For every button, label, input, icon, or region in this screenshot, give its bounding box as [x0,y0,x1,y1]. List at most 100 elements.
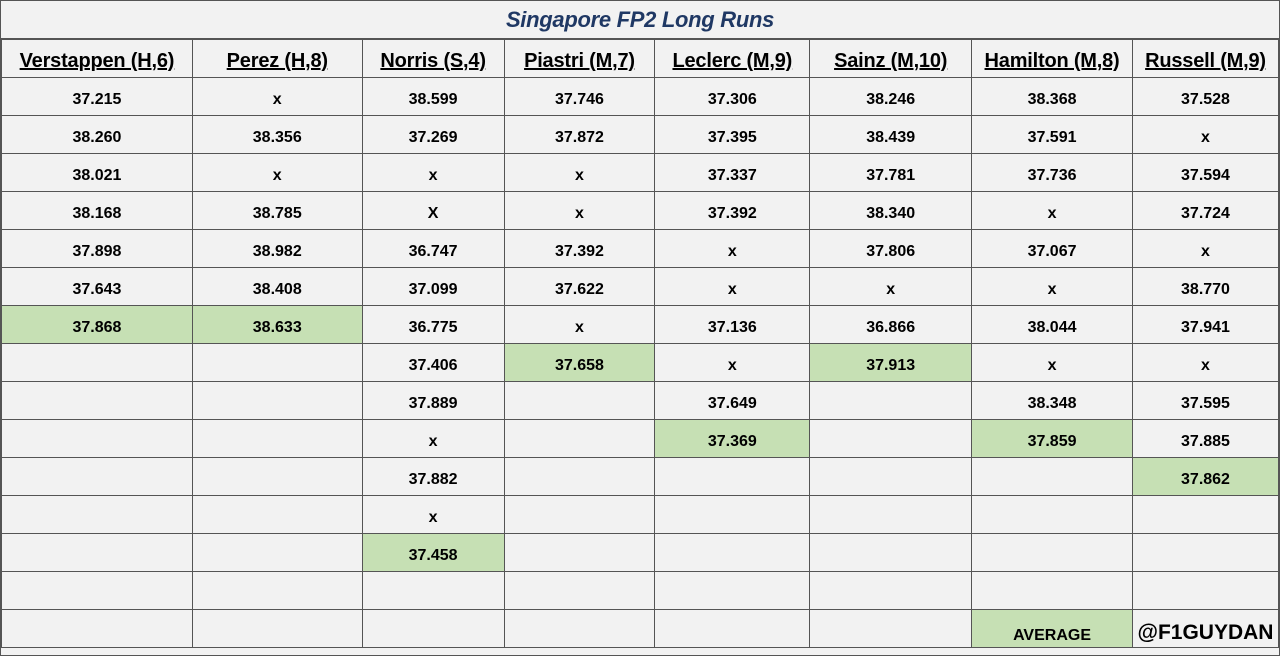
chart-title: Singapore FP2 Long Runs [505,6,775,32]
column-header: Russell (M,9) [1131,39,1280,78]
average-cell: 37.868 [1,305,193,344]
table-cell: 37.643 [1,267,193,306]
table-cell: x [503,191,656,230]
average-cell: 37.658 [503,343,656,382]
table-row: 37.889 37.649 38.348 37.595 [1,381,1280,420]
table-cell [1,381,193,420]
table-row: 37.868 38.633 36.775 x 37.136 36.866 38.044 37.… [1,305,1280,344]
table-cell: 37.337 [654,153,811,192]
table-cell: 36.747 [361,229,505,268]
table-cell: 37.622 [503,267,656,306]
table-cell: X [361,191,505,230]
table-cell: 38.439 [809,115,973,154]
table-cell: 36.866 [809,305,973,344]
table-cell [191,381,363,420]
title-row: Singapore FP2 Long Runs [1,1,1279,39]
table-cell: 37.781 [809,153,973,192]
table-cell: 38.044 [971,305,1133,344]
table-cell: x [809,267,973,306]
column-header: Perez (H,8) [191,39,363,78]
table-cell [503,381,656,420]
table-cell [503,419,656,458]
table-cell [191,343,363,382]
table-cell [654,533,811,572]
column-header: Sainz (M,10) [809,39,973,78]
table-cell: 38.770 [1131,267,1280,306]
table-cell: x [654,343,811,382]
column-header: Norris (S,4) [361,39,505,78]
table-cell: x [361,419,505,458]
table-cell: x [361,153,505,192]
table-cell [1,419,193,458]
table-cell: 37.306 [654,77,811,116]
table-cell [361,571,505,610]
table-cell [503,533,656,572]
table-row: 37.882 37.862 [1,457,1280,496]
table-cell: x [971,191,1133,230]
table-cell: 37.136 [654,305,811,344]
table-cell [809,457,973,496]
table-cell: 37.269 [361,115,505,154]
table-cell [1131,495,1280,534]
table-cell: 38.348 [971,381,1133,420]
table-cell [503,571,656,610]
table-cell: 38.246 [809,77,973,116]
column-header: Piastri (M,7) [503,39,656,78]
table-cell: 37.872 [503,115,656,154]
average-cell: 37.862 [1131,457,1280,496]
table-cell: 37.594 [1131,153,1280,192]
table-cell [1131,571,1280,610]
table-cell [1,457,193,496]
table-row: 37.406 37.658 x 37.913 x x [1,343,1280,382]
table-cell [1,571,193,610]
table-cell [1,495,193,534]
table-cell: x [361,495,505,534]
average-cell: 37.913 [809,343,973,382]
table-cell: 37.215 [1,77,193,116]
table-cell: 38.021 [1,153,193,192]
table-cell [1,343,193,382]
table-cell [809,495,973,534]
average-label-cell: AVERAGE [971,609,1133,648]
table-cell: 37.882 [361,457,505,496]
table-cell [654,495,811,534]
table-cell: 38.356 [191,115,363,154]
table-cell [654,571,811,610]
table-row [1,571,1280,610]
table-cell [503,457,656,496]
table-cell [191,419,363,458]
table-cell: 37.099 [361,267,505,306]
table-cell: 38.168 [1,191,193,230]
table-cell [971,495,1133,534]
table-cell [191,495,363,534]
column-header: Leclerc (M,9) [654,39,811,78]
table-cell: x [191,77,363,116]
table-cell [971,533,1133,572]
table-cell: x [971,343,1133,382]
table-cell [361,609,505,648]
table-cell: x [1131,115,1280,154]
table-cell: 37.392 [654,191,811,230]
average-cell: 37.859 [971,419,1133,458]
table-cell: 38.408 [191,267,363,306]
table-cell: x [1131,229,1280,268]
table-cell: 38.785 [191,191,363,230]
table-cell: 37.746 [503,77,656,116]
table-row: 37.643 38.408 37.099 37.622 x x x 38.770 [1,267,1280,306]
table-row: 38.260 38.356 37.269 37.872 37.395 38.439 37.5… [1,115,1280,154]
table-cell [191,457,363,496]
table-row: 38.021 x x x 37.337 37.781 37.736 37.594 [1,153,1280,192]
average-cell: 37.458 [361,533,505,572]
table-cell: 37.649 [654,381,811,420]
table-cell [971,457,1133,496]
table-cell: 38.260 [1,115,193,154]
table-cell [191,609,363,648]
table-cell [1,609,193,648]
table-cell [503,495,656,534]
table-row: x [1,495,1280,534]
table-cell: 37.889 [361,381,505,420]
table-cell [809,609,973,648]
table-row: 37.215 x 38.599 37.746 37.306 38.246 38.368 37.… [1,77,1280,116]
table-cell: 37.528 [1131,77,1280,116]
table-cell: 37.591 [971,115,1133,154]
